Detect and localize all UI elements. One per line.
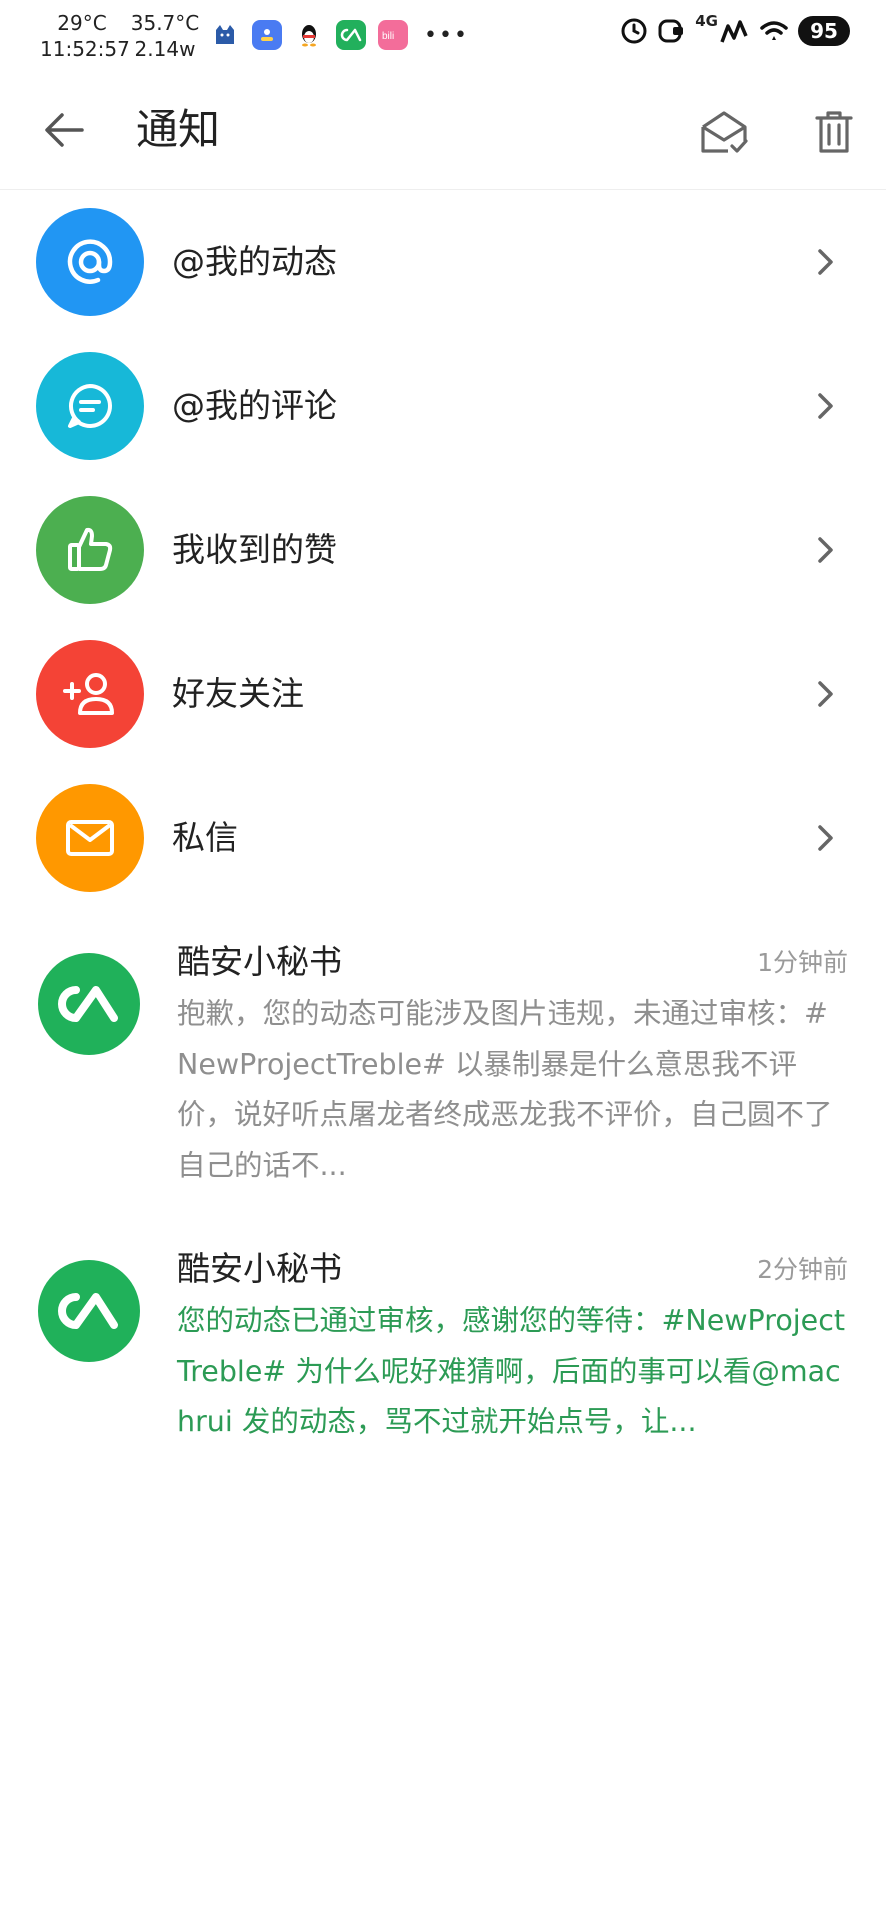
chevron-right-icon xyxy=(808,236,844,288)
mail-icon xyxy=(36,784,144,892)
message-time: 2分钟前 xyxy=(757,1255,848,1284)
power-draw: 2.14w xyxy=(134,37,196,61)
app-header: 通知 xyxy=(0,72,886,190)
message-body: 抱歉，您的动态可能涉及图片违规，未通过审核：#NewProjectTreble#… xyxy=(177,997,833,1182)
menu-item-label: 好友关注 xyxy=(172,674,304,713)
battery-indicator: 95 xyxy=(798,16,850,46)
message-time: 1分钟前 xyxy=(757,948,848,977)
arrow-left-icon xyxy=(45,113,84,147)
menu-item-likes-received[interactable]: 我收到的赞 xyxy=(0,478,886,622)
temperature-2: 35.7°C xyxy=(130,11,200,35)
menu-item-label: 私信 xyxy=(172,818,238,857)
thumbs-up-icon xyxy=(36,496,144,604)
blue-app-icon xyxy=(252,20,282,50)
temperature-1: 29°C xyxy=(57,11,107,35)
chevron-right-icon xyxy=(808,380,844,432)
coolapk-avatar-icon xyxy=(38,953,140,1055)
status-left-col: 29°C 11:52:57 xyxy=(40,10,130,62)
delete-all-button[interactable] xyxy=(804,102,864,162)
status-right-icons: 4G 95 xyxy=(619,12,850,46)
nfc-icon xyxy=(658,19,684,43)
cat-app-icon xyxy=(210,20,240,50)
signal-strength-icon xyxy=(720,20,748,43)
comment-bubble-icon xyxy=(36,352,144,460)
mark-all-read-button[interactable] xyxy=(694,102,754,162)
bilibili-icon: bili xyxy=(378,20,408,50)
notification-app-icons: bili ••• xyxy=(210,20,469,50)
coolapk-avatar-icon xyxy=(38,1260,140,1362)
menu-item-label: @我的评论 xyxy=(172,386,337,425)
clock: 11:52:57 xyxy=(40,37,130,61)
at-icon xyxy=(36,208,144,316)
network-type: 4G xyxy=(695,12,718,30)
menu-item-private-messages[interactable]: 私信 xyxy=(0,766,886,910)
message-body: 您的动态已通过审核，感谢您的等待：#NewProjectTreble# 为什么呢… xyxy=(177,1304,846,1438)
message-item[interactable]: 酷安小秘书 1分钟前 抱歉，您的动态可能涉及图片违规，未通过审核：#NewPro… xyxy=(0,937,886,1197)
more-notifications-icon: ••• xyxy=(424,22,469,48)
chevron-right-icon xyxy=(808,524,844,576)
page-title: 通知 xyxy=(136,105,221,154)
menu-item-label: 我收到的赞 xyxy=(172,530,337,569)
message-sender: 酷安小秘书 xyxy=(177,942,342,981)
chevron-right-icon xyxy=(808,668,844,720)
coolapk-icon xyxy=(336,20,366,50)
trash-icon xyxy=(815,111,853,153)
message-sender: 酷安小秘书 xyxy=(177,1249,342,1288)
qq-penguin-icon xyxy=(294,20,324,50)
alarm-icon xyxy=(621,18,647,44)
menu-item-label: @我的动态 xyxy=(172,242,337,281)
menu-item-at-my-comments[interactable]: @我的评论 xyxy=(0,334,886,478)
chevron-right-icon xyxy=(808,812,844,864)
svg-text:bili: bili xyxy=(382,31,394,42)
add-friend-icon xyxy=(36,640,144,748)
menu-item-at-my-posts[interactable]: @我的动态 xyxy=(0,190,886,334)
status-bar: 29°C 11:52:57 35.7°C 2.14w bili ••• 4G 9… xyxy=(0,0,886,72)
menu-item-friend-follow[interactable]: 好友关注 xyxy=(0,622,886,766)
message-item[interactable]: 酷安小秘书 2分钟前 您的动态已通过审核，感谢您的等待：#NewProjectT… xyxy=(0,1244,886,1504)
open-envelope-check-icon xyxy=(701,111,748,153)
wifi-icon xyxy=(760,21,788,40)
back-button[interactable] xyxy=(36,102,92,158)
status-second-col: 35.7°C 2.14w xyxy=(126,10,204,62)
